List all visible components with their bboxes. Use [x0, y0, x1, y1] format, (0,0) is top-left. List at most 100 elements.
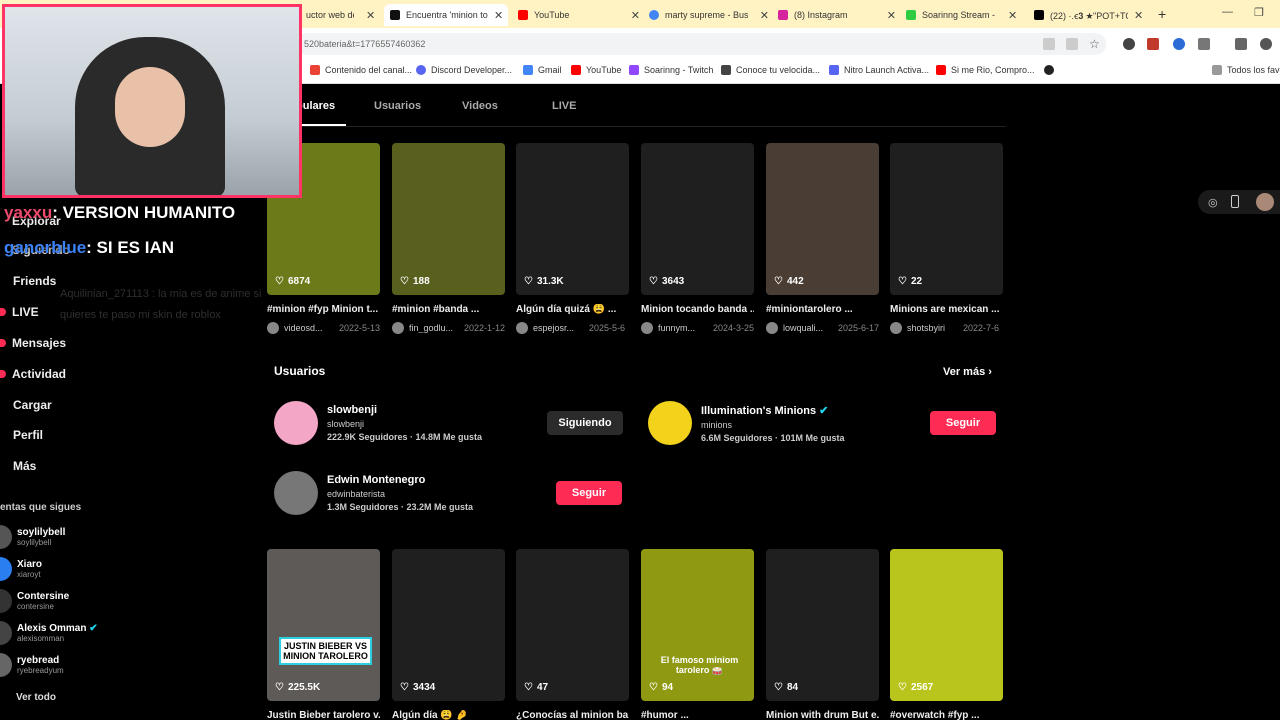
video-caption[interactable]: Justin Bieber tarolero v...: [267, 710, 380, 720]
video-thumbnail[interactable]: ♡ 442: [766, 143, 879, 295]
bookmark[interactable]: Si me Rio, Compro...: [936, 65, 1035, 75]
bookmark[interactable]: Discord Developer...: [416, 65, 512, 75]
tab-users[interactable]: Usuarios: [374, 100, 421, 112]
video-card[interactable]: ♡ 47 ¿Conocías al minion ba...: [516, 549, 629, 720]
browser-tab-active[interactable]: Encuentra 'minion to ✕: [384, 4, 508, 26]
browser-tab[interactable]: marty supreme - Bus ✕: [643, 4, 769, 26]
browser-tab[interactable]: (8) Instagram ✕: [772, 4, 896, 26]
bookmark[interactable]: YouTube: [571, 65, 621, 75]
video-thumbnail[interactable]: El famoso miniom tarolero 🥁 ♡ 94: [641, 549, 754, 701]
sidebar-item-messages[interactable]: Mensajes: [0, 336, 66, 350]
video-caption[interactable]: Minion tocando banda ...: [641, 304, 754, 315]
maximize-icon[interactable]: ❐: [1254, 6, 1264, 19]
puzzle-icon[interactable]: [1198, 38, 1210, 50]
sidebar-item-live[interactable]: LIVE: [0, 305, 39, 319]
video-thumbnail[interactable]: ♡ 31.3K: [516, 143, 629, 295]
avatar[interactable]: [516, 322, 528, 334]
sidebar-item-more[interactable]: Más: [13, 459, 36, 473]
video-thumbnail[interactable]: ♡ 3434: [392, 549, 505, 701]
video-card[interactable]: ♡ 84 Minion with drum But e...: [766, 549, 879, 720]
video-author[interactable]: videosd...: [284, 323, 333, 333]
media-icon[interactable]: [1235, 38, 1247, 50]
close-icon[interactable]: ✕: [366, 9, 375, 22]
video-thumbnail[interactable]: ♡ 3643: [641, 143, 754, 295]
close-icon[interactable]: ✕: [494, 9, 503, 22]
bookmark[interactable]: Soarinng - Twitch: [629, 65, 713, 75]
sidebar-item-profile[interactable]: Perfil: [13, 428, 43, 442]
video-author[interactable]: fin_godlu...: [409, 323, 458, 333]
bookmark[interactable]: Contenido del canal...: [310, 65, 412, 75]
video-card[interactable]: ♡ 3434 Algún día 😩 🤌: [392, 549, 505, 720]
close-icon[interactable]: ✕: [760, 9, 769, 22]
sidebar-item-upload[interactable]: Cargar: [13, 398, 52, 412]
video-card[interactable]: ♡ 2567 #overwatch #fyp ...: [890, 549, 1003, 720]
video-caption[interactable]: #humor ...: [641, 710, 754, 720]
video-card[interactable]: ♡ 188 #minion #banda ... fin_godlu... 2022-1…: [392, 143, 505, 334]
browser-tab[interactable]: Soarinng Stream - W ✕: [900, 4, 1024, 26]
tab-videos[interactable]: Videos: [462, 100, 498, 112]
avatar[interactable]: [890, 322, 902, 334]
video-thumbnail[interactable]: ♡ 84: [766, 549, 879, 701]
follow-button[interactable]: Seguir: [556, 481, 622, 505]
video-caption[interactable]: ¿Conocías al minion ba...: [516, 710, 629, 720]
video-thumbnail[interactable]: ♡ 47: [516, 549, 629, 701]
phone-icon[interactable]: [1231, 195, 1239, 208]
video-thumbnail[interactable]: JUSTIN BIEBER VS MINION TAROLERO ♡ 225.5K: [267, 549, 380, 701]
followed-account[interactable]: Contersine contersine: [0, 589, 69, 613]
video-card[interactable]: JUSTIN BIEBER VS MINION TAROLERO ♡ 225.5K J…: [267, 549, 380, 720]
url-input[interactable]: 520bateria&t=1776557460362: [296, 33, 1106, 55]
sidebar-item-activity[interactable]: Actividad: [0, 367, 66, 381]
tab-live[interactable]: LIVE: [552, 100, 576, 112]
user-result[interactable]: slowbenji slowbenji 222.9K Seguidores · …: [274, 401, 482, 445]
compass-icon[interactable]: ◎: [1208, 196, 1218, 209]
minimize-icon[interactable]: —: [1222, 6, 1233, 18]
bookmark[interactable]: Conoce tu velocida...: [721, 65, 820, 75]
bookmark[interactable]: Gmail: [523, 65, 562, 75]
all-bookmarks[interactable]: Todos los favo: [1212, 65, 1280, 75]
video-card[interactable]: ♡ 442 #miniontarolero ... lowquali... 2025-6…: [766, 143, 879, 334]
video-card[interactable]: El famoso miniom tarolero 🥁 ♡ 94 #humor ...: [641, 549, 754, 720]
video-thumbnail[interactable]: ♡ 22: [890, 143, 1003, 295]
video-caption[interactable]: #overwatch #fyp ...: [890, 710, 1003, 720]
bookmark[interactable]: Nitro Launch Activa...: [829, 65, 929, 75]
avatar[interactable]: [766, 322, 778, 334]
followed-account[interactable]: ryebread ryebreadyum: [0, 653, 64, 677]
avatar[interactable]: [1256, 193, 1274, 211]
see-more-link[interactable]: Ver más ›: [943, 366, 992, 378]
extension-icon[interactable]: [1123, 38, 1135, 50]
video-author[interactable]: funnym...: [658, 323, 707, 333]
extension-icon[interactable]: [1147, 38, 1159, 50]
video-caption[interactable]: Algún día quizá 😩 ...: [516, 304, 629, 315]
browser-tab[interactable]: uctor web de ✕: [300, 4, 382, 26]
user-result[interactable]: Edwin Montenegro edwinbaterista 1.3M Seg…: [274, 471, 473, 515]
avatar[interactable]: [392, 322, 404, 334]
close-icon[interactable]: ✕: [887, 9, 896, 22]
browser-tab[interactable]: YouTube ✕: [512, 4, 640, 26]
user-result[interactable]: Illumination's Minions ✔ minions 6.6M Se…: [648, 401, 845, 445]
video-card[interactable]: ♡ 31.3K Algún día quizá 😩 ... espejosr... 20…: [516, 143, 629, 334]
video-author[interactable]: shotsbyiri: [907, 323, 957, 333]
video-card[interactable]: ♡ 22 Minions are mexican ... shotsbyiri 2022…: [890, 143, 1003, 334]
bookmark-star-icon[interactable]: ☆: [1089, 38, 1101, 50]
bookmark[interactable]: [1044, 65, 1059, 75]
video-caption[interactable]: #minion #fyp Minion t...: [267, 304, 380, 315]
close-icon[interactable]: ✕: [631, 9, 640, 22]
video-caption[interactable]: Minions are mexican ...: [890, 304, 1003, 315]
video-caption[interactable]: Algún día 😩 🤌: [392, 710, 505, 720]
new-tab-icon[interactable]: +: [1158, 6, 1166, 22]
translate-icon[interactable]: [1043, 38, 1055, 50]
install-icon[interactable]: [1066, 38, 1078, 50]
profile-icon[interactable]: [1260, 38, 1272, 50]
video-author[interactable]: lowquali...: [783, 323, 832, 333]
avatar[interactable]: [641, 322, 653, 334]
close-icon[interactable]: ✕: [1008, 9, 1017, 22]
follow-button[interactable]: Seguir: [930, 411, 996, 435]
sidebar-item-friends[interactable]: Friends: [13, 274, 56, 288]
video-caption[interactable]: Minion with drum But e...: [766, 710, 879, 720]
followed-account[interactable]: soylilybell soylilybell: [0, 525, 65, 549]
avatar[interactable]: [267, 322, 279, 334]
extension-icon[interactable]: [1173, 38, 1185, 50]
video-thumbnail[interactable]: ♡ 2567: [890, 549, 1003, 701]
browser-tab[interactable]: (22) ·.ꞓ𝟑 ★"POT+TO ✕: [1028, 4, 1148, 26]
video-thumbnail[interactable]: ♡ 188: [392, 143, 505, 295]
